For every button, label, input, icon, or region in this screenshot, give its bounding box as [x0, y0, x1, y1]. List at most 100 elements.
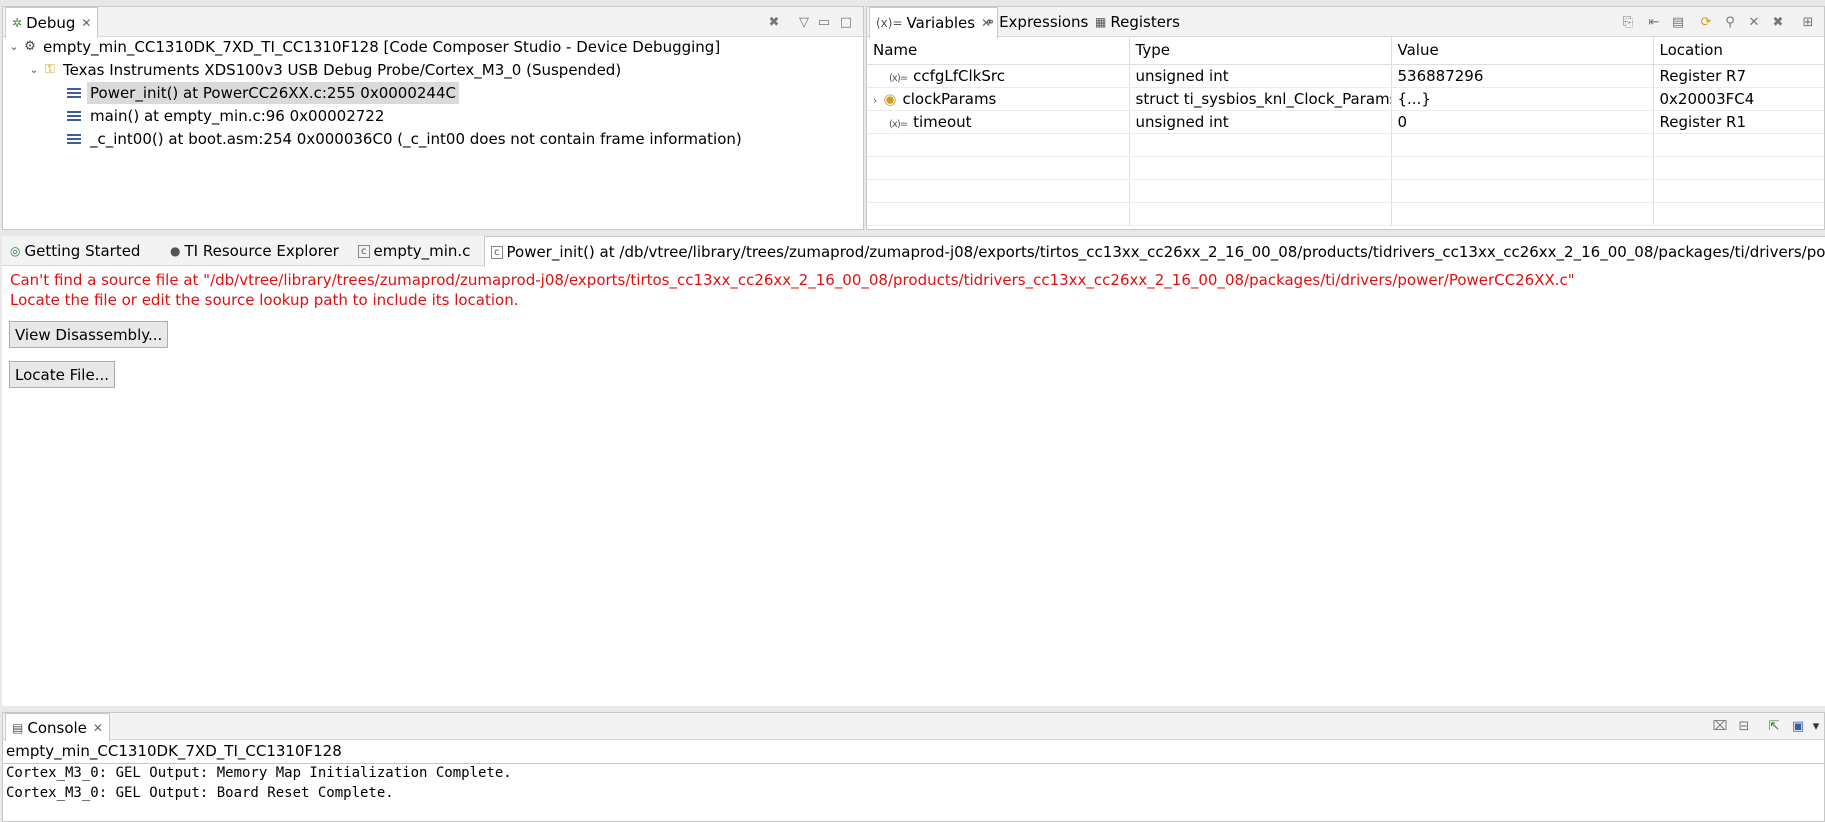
- variable-location: Register R7: [1653, 64, 1824, 88]
- remove-terminated-icon[interactable]: ✖: [765, 13, 783, 31]
- stack-frame-icon: [67, 110, 81, 122]
- tab-label: empty_min.c: [373, 242, 471, 260]
- console-line: Cortex_M3_0: GEL Output: Board Reset Com…: [6, 785, 394, 801]
- variable-value[interactable]: 536887296: [1391, 64, 1654, 88]
- error-message-line2: Locate the file or edit the source looku…: [10, 291, 519, 309]
- globe-icon: ●: [170, 244, 181, 258]
- table-row[interactable]: (x)= ccfgLfClkSrc unsigned int 536887296 …: [867, 64, 1824, 88]
- tree-item-label: Power_init() at PowerCC26XX.c:255 0x0000…: [87, 81, 459, 104]
- column-header-type[interactable]: Type: [1129, 37, 1392, 65]
- variable-location: 0x20003FC4: [1653, 87, 1824, 111]
- tab-registers[interactable]: ▦ Registers: [1089, 7, 1186, 37]
- pin-console-icon[interactable]: ⇱: [1765, 717, 1783, 735]
- variable-icon: (x)=: [889, 72, 908, 84]
- tab-getting-started[interactable]: ◎ Getting Started: [4, 236, 146, 266]
- new-expression-icon[interactable]: ⎘: [1619, 13, 1637, 31]
- table-header-row: Name Type Value Location: [867, 37, 1824, 65]
- table-row-empty: [867, 133, 1824, 157]
- console-view: ▤ Console ✕ ⌧ ⊟ ⇱ ▣ ▾ empty_min_CC1310DK…: [2, 712, 1825, 822]
- chevron-down-icon[interactable]: ⌄: [7, 40, 21, 53]
- tree-item-label: empty_min_CC1310DK_7XD_TI_CC1310F128 [Co…: [43, 37, 721, 56]
- column-header-location[interactable]: Location: [1653, 37, 1824, 65]
- table-row-empty: [867, 202, 1824, 226]
- variable-name-cell: (x)= timeout: [867, 110, 1130, 134]
- expressions-icon: ⚭: [985, 15, 996, 29]
- tree-item-session[interactable]: ⌄ ⚙ empty_min_CC1310DK_7XD_TI_CC1310F128…: [7, 35, 720, 58]
- column-header-name[interactable]: Name: [867, 37, 1130, 65]
- variables-icon: (x)=: [876, 16, 903, 30]
- minimize-icon[interactable]: ▭: [815, 13, 833, 31]
- tree-item-label: main() at empty_min.c:96 0x00002722: [90, 106, 385, 125]
- console-tabbar: ▤ Console ✕ ⌧ ⊟ ⇱ ▣ ▾: [3, 713, 1824, 741]
- chevron-down-icon[interactable]: ⌄: [27, 63, 41, 76]
- maximize-icon[interactable]: □: [837, 13, 855, 31]
- select-all-icon[interactable]: ▤: [1669, 13, 1687, 31]
- tree-item-label: _c_int00() at boot.asm:254 0x000036C0 (_…: [90, 129, 742, 148]
- close-icon[interactable]: ✕: [81, 16, 91, 30]
- locate-file-button[interactable]: Locate File...: [9, 361, 115, 388]
- stack-frame-icon: [67, 87, 81, 99]
- tree-item-frame-power-init[interactable]: Power_init() at PowerCC26XX.c:255 0x0000…: [67, 81, 459, 104]
- error-message-line1: Can't find a source file at "/db/vtree/l…: [10, 271, 1575, 289]
- tab-label: Power_init() at /db/vtree/library/trees/…: [506, 243, 1825, 261]
- tab-console-label: Console: [27, 718, 87, 737]
- tree-item-frame-c-int00[interactable]: _c_int00() at boot.asm:254 0x000036C0 (_…: [67, 127, 745, 150]
- variable-value[interactable]: {...}: [1391, 87, 1654, 111]
- tab-resource-explorer[interactable]: ● TI Resource Explorer: [164, 236, 345, 266]
- stack-frame-icon: [67, 133, 81, 145]
- debug-bug-icon: ✲: [12, 16, 23, 30]
- c-file-icon: c: [358, 244, 370, 258]
- variables-table: Name Type Value Location (x)= ccfgLfClkSr…: [867, 37, 1824, 226]
- column-header-value[interactable]: Value: [1391, 37, 1654, 65]
- variable-value[interactable]: 0: [1391, 110, 1654, 134]
- variable-location: Register R1: [1653, 110, 1824, 134]
- console-line: Cortex_M3_0: GEL Output: Memory Map Init…: [6, 765, 512, 781]
- tab-debug[interactable]: ✲ Debug ✕: [5, 7, 99, 38]
- view-menu-icon[interactable]: ▽: [795, 13, 813, 31]
- variable-type: struct ti_sysbios_knl_Clock_Params: [1129, 87, 1392, 111]
- variable-type: unsigned int: [1129, 64, 1392, 88]
- tree-item-probe[interactable]: ⌄ ⚿ Texas Instruments XDS100v3 USB Debug…: [27, 58, 621, 81]
- editor-tabbar: ◎ Getting Started ● TI Resource Explorer…: [2, 236, 1825, 267]
- collapse-all-icon[interactable]: ⇤: [1645, 13, 1663, 31]
- session-icon: ⚙: [24, 39, 36, 54]
- tab-console[interactable]: ▤ Console ✕: [5, 713, 110, 741]
- chevron-right-icon[interactable]: ›: [873, 94, 877, 107]
- table-row-empty: [867, 179, 1824, 203]
- tab-power-init[interactable]: c Power_init() at /db/vtree/library/tree…: [484, 236, 1825, 267]
- console-divider: [3, 763, 1824, 764]
- variable-name-cell: › ◉ clockParams: [867, 87, 1130, 111]
- thread-icon: ⚿: [45, 62, 55, 77]
- variable-name: clockParams: [902, 89, 997, 108]
- refresh-icon[interactable]: ⟳: [1697, 13, 1715, 31]
- table-row[interactable]: › ◉ clockParams struct ti_sysbios_knl_Cloc…: [867, 87, 1824, 111]
- tab-empty-min-c[interactable]: c empty_min.c: [352, 236, 476, 266]
- view-disassembly-button[interactable]: View Disassembly...: [9, 321, 169, 348]
- display-console-icon[interactable]: ▣: [1789, 717, 1807, 735]
- variables-view: (x)= Variables ✕ ⚭ Expressions ▦ Registe…: [866, 6, 1825, 230]
- scroll-lock-icon[interactable]: ⊟: [1735, 717, 1753, 735]
- new-view-icon[interactable]: ⊞: [1799, 13, 1817, 31]
- remove-all-icon[interactable]: ✖: [1769, 13, 1787, 31]
- tab-debug-label: Debug: [26, 14, 76, 32]
- registers-icon: ▦: [1095, 15, 1107, 29]
- tree-item-label: Texas Instruments XDS100v3 USB Debug Pro…: [63, 60, 622, 79]
- clear-console-icon[interactable]: ⌧: [1711, 717, 1729, 735]
- pin-icon[interactable]: ⚲: [1721, 13, 1739, 31]
- debug-tabbar: ✲ Debug ✕ ✖ ▽ ▭ □: [3, 7, 863, 38]
- variable-type: unsigned int: [1129, 110, 1392, 134]
- struct-icon: ◉: [883, 89, 897, 108]
- remove-icon[interactable]: ✕: [1745, 13, 1763, 31]
- tab-expressions[interactable]: ⚭ Expressions: [979, 7, 1094, 37]
- getting-started-icon: ◎: [10, 244, 21, 258]
- debug-view: ✲ Debug ✕ ✖ ▽ ▭ □ ⌄ ⚙ empty_min_CC1310DK…: [2, 6, 864, 230]
- tree-item-frame-main[interactable]: main() at empty_min.c:96 0x00002722: [67, 104, 387, 127]
- variable-name: timeout: [913, 112, 972, 131]
- chevron-down-icon[interactable]: ▾: [1807, 717, 1824, 735]
- table-row[interactable]: (x)= timeout unsigned int 0 Register R1: [867, 110, 1824, 134]
- editor-area: ◎ Getting Started ● TI Resource Explorer…: [2, 236, 1825, 706]
- close-icon[interactable]: ✕: [93, 721, 103, 735]
- tab-variables-label: Variables: [906, 14, 976, 32]
- tab-label: Getting Started: [24, 242, 141, 260]
- variable-name: ccfgLfClkSrc: [913, 66, 1005, 85]
